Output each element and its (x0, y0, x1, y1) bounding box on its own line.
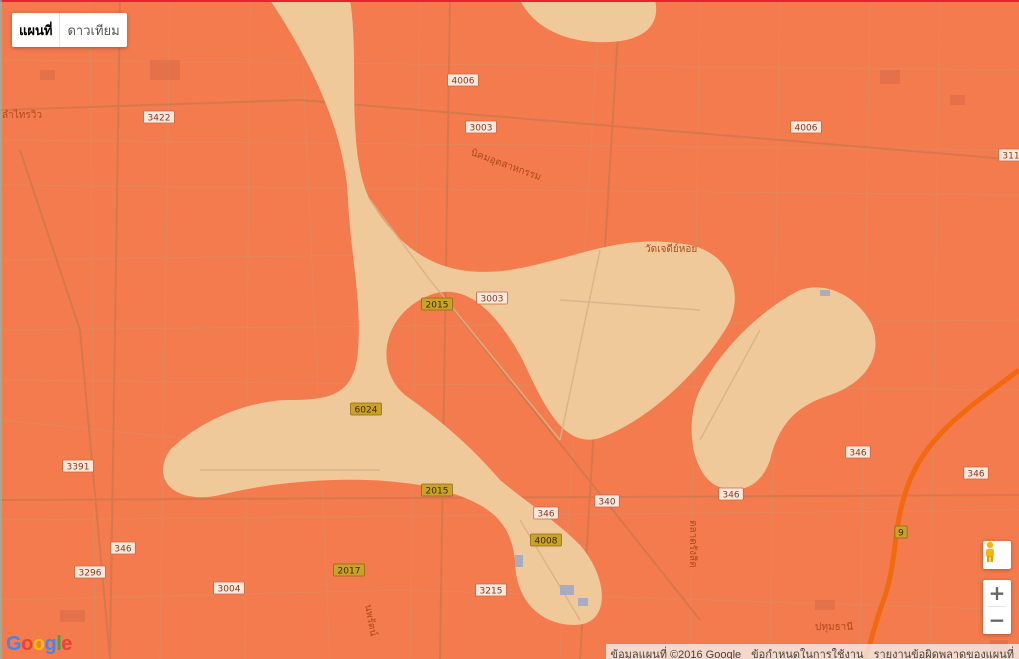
place-label-market: ตลาดรังสิต (687, 520, 698, 568)
map-type-satellite-button[interactable]: ดาวเทียม (60, 13, 126, 47)
road-shield-346: 346 (110, 541, 136, 555)
road-shield-label: 2017 (338, 567, 361, 577)
road-shield-label: 2015 (426, 487, 449, 497)
zoom-control: + − (983, 580, 1011, 634)
road-shield-label: 311 (1002, 152, 1019, 162)
road-shield-4008: 4008 (530, 533, 562, 547)
zoom-in-button[interactable]: + (983, 580, 1011, 606)
road-shield-label: 3003 (481, 295, 504, 305)
zoom-out-button[interactable]: − (983, 607, 1011, 633)
pegman-icon (986, 541, 994, 562)
terms-link[interactable]: ข้อกำหนดในการใช้งาน (746, 644, 868, 659)
road-shield-label: 340 (598, 498, 615, 508)
left-accent-bar (0, 0, 2, 659)
road-shield-label: 3296 (79, 569, 102, 579)
street-view-pegman[interactable] (983, 541, 1011, 569)
report-error-link[interactable]: รายงานข้อผิดพลาดของแผนที่ (869, 644, 1019, 659)
place-label-wat: วัดเจดีย์หอย (645, 243, 697, 255)
road-shield-2015: 2015 (421, 483, 453, 497)
road-shield-label: 3422 (148, 114, 171, 124)
road-shield-3422: 3422 (143, 110, 175, 124)
map-tiles[interactable]: วัดเจดีย์หอย นิคมอุตสาหกรรม ลำไทรวิว ตลา… (0, 0, 1019, 659)
road-shield-346: 346 (963, 466, 989, 480)
place-label-pathum: ปทุมธานี (815, 621, 853, 633)
road-shield-6024: 6024 (350, 402, 382, 416)
map-footer: ข้อมูลแผนที่ ©2016 Google ข้อกำหนดในการใ… (605, 644, 1019, 659)
road-shield-3215: 3215 (475, 583, 507, 597)
road-shield-3003: 3003 (465, 120, 497, 134)
road-shield-346: 346 (718, 487, 744, 501)
road-shield-label: 346 (537, 510, 554, 520)
google-logo[interactable]: Google (6, 633, 72, 656)
road-shield-311: 311 (998, 148, 1019, 162)
road-shield-346: 346 (845, 445, 871, 459)
map-type-control: แผนที่ ดาวเทียม (12, 13, 127, 47)
road-shield-3391: 3391 (62, 459, 94, 473)
road-shield-label: 3003 (470, 124, 493, 134)
road-shield-label: 4006 (795, 124, 818, 134)
road-shield-2015: 2015 (421, 297, 453, 311)
road-shield-label: 4006 (452, 77, 475, 87)
road-shield-3296: 3296 (74, 565, 106, 579)
road-shield-label: 3391 (67, 463, 90, 473)
road-shield-label: 346 (849, 449, 866, 459)
road-shield-label: 6024 (355, 406, 378, 416)
top-accent-bar (0, 0, 1019, 2)
road-shield-9: 9 (894, 525, 908, 539)
road-shield-2017: 2017 (333, 563, 365, 577)
road-shield-label: 4008 (535, 537, 558, 547)
road-shield-4006: 4006 (790, 120, 822, 134)
road-shield-label: 9 (898, 529, 904, 539)
map-type-map-button[interactable]: แผนที่ (12, 13, 59, 47)
place-label-sai: ลำไทรวิว (2, 109, 42, 121)
map-canvas[interactable]: วัดเจดีย์หอย นิคมอุตสาหกรรม ลำไทรวิว ตลา… (0, 0, 1019, 659)
road-shield-label: 346 (967, 470, 984, 480)
road-shield-label: 346 (114, 545, 131, 555)
road-shield-label: 346 (722, 491, 739, 501)
road-shield-label: 2015 (426, 301, 449, 311)
map-data-attribution: ข้อมูลแผนที่ ©2016 Google (610, 649, 742, 659)
road-shield-label: 3004 (218, 585, 241, 595)
road-shield-3004: 3004 (213, 581, 245, 595)
road-shield-label: 3215 (480, 587, 503, 597)
road-shield-4006: 4006 (447, 73, 479, 87)
road-shield-3003: 3003 (476, 291, 508, 305)
road-shield-346: 346 (533, 506, 559, 520)
road-shield-340: 340 (594, 494, 620, 508)
